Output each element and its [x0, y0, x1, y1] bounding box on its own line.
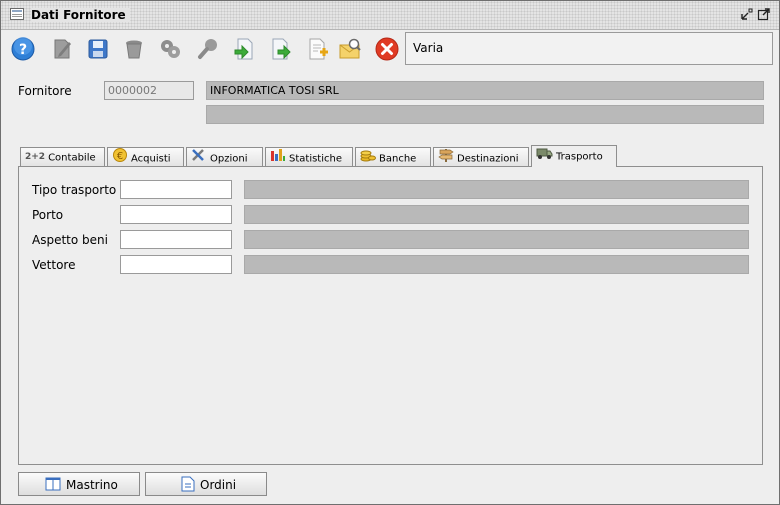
export-icon: [272, 38, 291, 60]
tab-statistiche[interactable]: Statistiche: [265, 147, 353, 167]
new-document-icon: [309, 38, 328, 60]
edit-icon: [54, 39, 71, 59]
trasporto-panel: Tipo trasporto Porto Aspetto beni Vettor…: [18, 166, 763, 465]
svg-text:€: €: [117, 151, 123, 162]
tab-label: Opzioni: [210, 153, 248, 165]
import-icon: [234, 38, 253, 60]
ledger-icon: [45, 477, 61, 494]
new-document-button[interactable]: [303, 34, 333, 64]
tab-label: Contabile: [48, 152, 96, 164]
cancel-edit-button[interactable]: [155, 34, 185, 64]
search-icon: [198, 39, 217, 59]
search-button[interactable]: [193, 34, 223, 64]
gears-icon: [161, 40, 180, 58]
accounting-icon: 2+2: [25, 152, 46, 162]
document-icon: [181, 476, 195, 495]
svg-text:?: ?: [19, 42, 27, 58]
porto-label: Porto: [32, 208, 64, 222]
info-text: Varia: [413, 41, 444, 55]
tab-opzioni[interactable]: Opzioni: [186, 147, 263, 167]
tipo-trasporto-description: [244, 180, 749, 199]
minimize-arrow-icon[interactable]: [740, 7, 754, 21]
porto-description: [244, 205, 749, 224]
fornitore-label: Fornitore: [18, 84, 72, 98]
aspetto-beni-label: Aspetto beni: [32, 233, 108, 247]
tab-label: Statistiche: [289, 153, 342, 165]
tab-destinazioni[interactable]: Destinazioni: [433, 147, 529, 167]
vettore-code-input[interactable]: [120, 255, 232, 274]
close-icon: [375, 37, 399, 61]
toolbar: ? Varia: [5, 30, 775, 68]
window-icon: [10, 8, 24, 20]
tab-label: Destinazioni: [457, 153, 519, 165]
porto-code-input[interactable]: [120, 205, 232, 224]
tab-acquisti[interactable]: € Acquisti: [107, 147, 184, 167]
tab-banche[interactable]: Banche: [355, 147, 431, 167]
import-button[interactable]: [229, 34, 259, 64]
tipo-trasporto-label: Tipo trasporto: [32, 183, 117, 197]
help-button[interactable]: ?: [8, 34, 38, 64]
tab-label: Acquisti: [131, 153, 171, 165]
info-box: Varia: [405, 32, 773, 65]
save-button[interactable]: [83, 34, 113, 64]
fornitore-code-field[interactable]: 0000002: [104, 81, 194, 100]
export-button[interactable]: [266, 34, 296, 64]
fornitore-description-field[interactable]: [206, 105, 764, 124]
mail-icon: [339, 38, 361, 59]
help-icon: ?: [11, 37, 35, 61]
edit-button[interactable]: [47, 34, 77, 64]
mail-button[interactable]: [335, 34, 365, 64]
title-bar[interactable]: Dati Fornitore: [1, 1, 779, 30]
ordini-label: Ordini: [200, 478, 237, 492]
maximize-arrow-icon[interactable]: [757, 7, 771, 21]
dati-fornitore-window: Dati Fornitore ? Varia Fornitore 0000002…: [0, 0, 780, 505]
ordini-button[interactable]: Ordini: [145, 472, 267, 496]
delete-button[interactable]: [119, 34, 149, 64]
tab-label: Banche: [379, 153, 417, 165]
trash-icon: [126, 40, 142, 59]
close-button[interactable]: [372, 34, 402, 64]
aspetto-beni-code-input[interactable]: [120, 230, 232, 249]
aspetto-beni-description: [244, 230, 749, 249]
vettore-description: [244, 255, 749, 274]
mastrino-label: Mastrino: [66, 478, 118, 492]
mastrino-button[interactable]: Mastrino: [18, 472, 140, 496]
save-icon: [88, 39, 108, 59]
tab-label: Trasporto: [556, 151, 603, 163]
truck-icon: [536, 146, 553, 167]
tab-trasporto[interactable]: Trasporto: [531, 145, 617, 167]
vettore-label: Vettore: [32, 258, 76, 272]
tab-contabile[interactable]: 2+2 Contabile: [20, 147, 105, 167]
window-title: Dati Fornitore: [31, 8, 130, 22]
tipo-trasporto-code-input[interactable]: [120, 180, 232, 199]
fornitore-name-field[interactable]: INFORMATICA TOSI SRL: [206, 81, 764, 100]
